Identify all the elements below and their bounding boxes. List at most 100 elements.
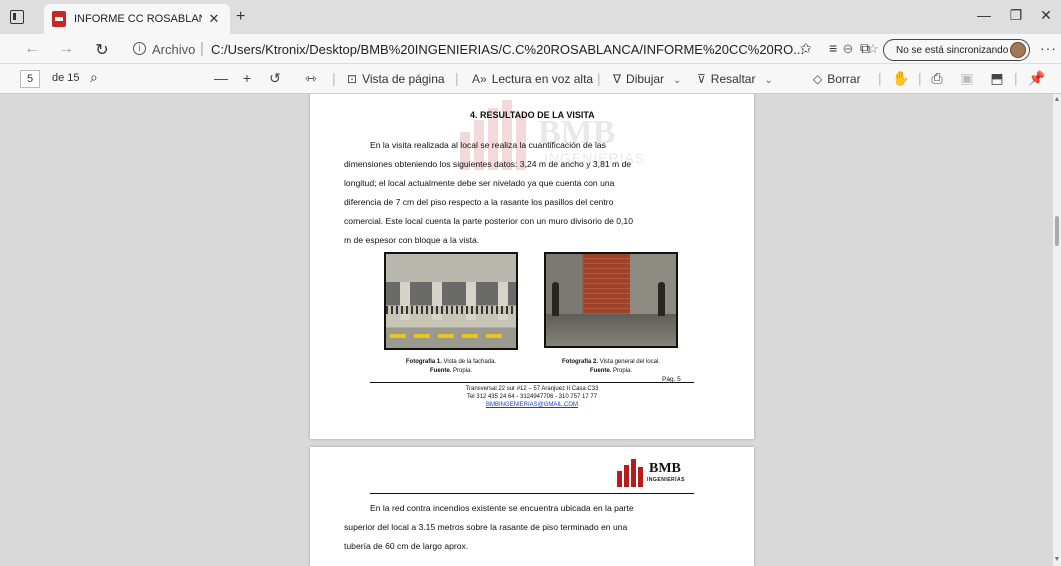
read-aloud-label: Lectura en voz alta bbox=[491, 72, 594, 86]
save-as-icon[interactable]: ⬒ bbox=[988, 70, 1006, 87]
pin-icon[interactable]: 📌 bbox=[1028, 70, 1045, 87]
footer-email-link[interactable]: BMBINGENIERIAS@GMAIL.COM bbox=[370, 401, 694, 409]
toolbar-divider: | bbox=[455, 70, 459, 86]
paragraph: En la red contra incendios existente se … bbox=[344, 499, 725, 556]
draw-icon: ∇ bbox=[613, 72, 622, 86]
erase-button[interactable]: ◇ Borrar bbox=[813, 72, 861, 86]
page-total: de 15 bbox=[52, 72, 80, 84]
erase-label: Borrar bbox=[827, 72, 861, 86]
eraser-icon: ◇ bbox=[813, 72, 823, 86]
tab-title: INFORME CC ROSABLANCA ALE bbox=[74, 13, 202, 25]
paragraph-line: En la red contra incendios existente se … bbox=[370, 503, 634, 513]
photo-caption: Fotografía 1. Vista de la fachada. Fuent… bbox=[384, 358, 518, 376]
chevron-down-icon[interactable]: ⌄ bbox=[673, 75, 681, 86]
title-bar: INFORME CC ROSABLANCA ALE ✕ + — ❐ ✕ bbox=[0, 0, 1061, 34]
restore-button[interactable]: ❐ bbox=[1004, 7, 1028, 24]
read-aloud-icon: A» bbox=[472, 72, 487, 86]
rotate-icon[interactable]: ↺ bbox=[266, 70, 284, 87]
highlight-label: Resaltar bbox=[710, 72, 756, 86]
caption-source: Propia. bbox=[611, 368, 633, 374]
footer-address: Transversal 22 sur #12 – 57 Aranjuez II … bbox=[465, 386, 599, 392]
paragraph-line: superior del local a 3.15 metros sobre l… bbox=[344, 522, 628, 532]
paragraph-line: longitud; el local actualmente debe ser … bbox=[344, 178, 615, 188]
zoom-in-icon[interactable]: + bbox=[238, 70, 256, 86]
collections-icon[interactable]: ⧉ bbox=[860, 40, 870, 57]
tab-active[interactable]: INFORME CC ROSABLANCA ALE ✕ bbox=[44, 4, 230, 34]
toolbar-divider: | bbox=[878, 70, 882, 86]
highlight-icon: ⊽ bbox=[697, 72, 706, 86]
page-view-button[interactable]: ⊡ Vista de página bbox=[347, 72, 445, 86]
draw-button[interactable]: ∇ Dibujar ⌄ bbox=[613, 72, 681, 86]
page-view-label: Vista de página bbox=[362, 72, 445, 86]
section-heading: 4. RESULTADO DE LA VISITA bbox=[470, 110, 595, 120]
pdf-toolbar: 5 de 15 ⌕ — + ↺ ⇿ | ⊡ Vista de página | A… bbox=[0, 64, 1061, 94]
paragraph-line: tubería de 60 cm de largo aprox. bbox=[344, 541, 469, 551]
photo-interior bbox=[544, 252, 678, 348]
search-icon[interactable]: ⌕ bbox=[90, 69, 98, 86]
paragraph-line: m de espesor con bloque a la vista. bbox=[344, 235, 480, 245]
sync-profile-button[interactable]: No se está sincronizando bbox=[883, 39, 1030, 61]
page-view-icon: ⊡ bbox=[347, 72, 358, 86]
highlight-button[interactable]: ⊽ Resaltar ⌄ bbox=[697, 72, 773, 86]
caption-text: Vista de la fachada. bbox=[441, 359, 497, 365]
close-window-button[interactable]: ✕ bbox=[1034, 7, 1058, 24]
paragraph-line: dimensiones obteniendo los siguientes da… bbox=[344, 159, 632, 169]
back-icon[interactable]: ← bbox=[22, 40, 42, 58]
scroll-down-icon[interactable]: ▼ bbox=[1053, 556, 1061, 563]
avatar bbox=[1010, 42, 1026, 58]
info-icon[interactable]: i bbox=[133, 42, 146, 55]
logo-subtext: INGENIERÍAS bbox=[647, 477, 686, 483]
scroll-up-icon[interactable]: ▲ bbox=[1053, 96, 1061, 103]
caption-title: Fotografía 2. bbox=[562, 359, 599, 365]
pdf-icon bbox=[52, 11, 66, 27]
zoom-out-icon[interactable]: — bbox=[212, 70, 230, 86]
toolbar-divider: | bbox=[597, 70, 601, 86]
favorites-icon[interactable]: ✩ bbox=[800, 40, 812, 57]
print-icon[interactable]: ⎙ bbox=[928, 70, 946, 87]
paragraph-line: diferencia de 7 cm del piso respecto a l… bbox=[344, 197, 614, 207]
save-icon[interactable]: ▣ bbox=[958, 70, 976, 87]
sync-label: No se está sincronizando bbox=[896, 44, 1009, 56]
zoom-icon[interactable]: ⊖ bbox=[839, 41, 857, 57]
site-label: Archivo bbox=[152, 42, 196, 57]
read-aloud-button[interactable]: A» Lectura en voz alta bbox=[472, 72, 593, 86]
page-number-input[interactable]: 5 bbox=[20, 70, 40, 88]
scrollbar[interactable] bbox=[1053, 94, 1061, 566]
toolbar-divider: | bbox=[1014, 70, 1018, 86]
toolbar-divider: | bbox=[332, 70, 336, 86]
fit-page-icon[interactable]: ⇿ bbox=[302, 70, 320, 87]
paragraph-line: comercial. Este local cuenta la parte po… bbox=[344, 216, 633, 226]
new-tab-button[interactable]: + bbox=[236, 8, 245, 26]
photo-facade bbox=[384, 252, 518, 350]
pdf-page: BMB INGENIERÍAS En la red contra incendi… bbox=[310, 447, 754, 566]
footer-phones: Tel 312 435 24 64 - 3124947706 - 310 757… bbox=[466, 394, 598, 400]
caption-source-label: Fuente. bbox=[589, 368, 612, 374]
paragraph: En la visita realizada al local se reali… bbox=[344, 136, 725, 250]
footer-divider bbox=[370, 382, 694, 383]
header-divider bbox=[370, 493, 694, 494]
scrollbar-thumb[interactable] bbox=[1055, 216, 1059, 246]
minimize-button[interactable]: — bbox=[972, 7, 996, 23]
favorites-bar-icon[interactable]: ≡ bbox=[829, 40, 837, 56]
company-logo: BMB INGENIERÍAS bbox=[615, 455, 697, 487]
tab-actions-icon[interactable] bbox=[10, 10, 24, 24]
address-bar-url[interactable]: C:/Users/Ktronix/Desktop/BMB%20INGENIERI… bbox=[211, 42, 804, 57]
draw-label: Dibujar bbox=[626, 72, 665, 86]
toolbar-divider: | bbox=[918, 70, 922, 86]
page-footer: Transversal 22 sur #12 – 57 Aranjuez II … bbox=[370, 385, 694, 409]
forward-icon[interactable]: → bbox=[56, 40, 76, 58]
pdf-viewer[interactable]: BMB INGENIERIAS 4. RESULTADO DE LA VISIT… bbox=[0, 94, 1061, 566]
photo-caption: Fotografía 2. Vista general del local. F… bbox=[544, 358, 678, 376]
caption-title: Fotografía 1. bbox=[405, 359, 442, 365]
navigation-bar: ← → ↻ i Archivo | C:/Users/Ktronix/Deskt… bbox=[0, 34, 1061, 64]
more-icon[interactable]: ··· bbox=[1040, 40, 1057, 56]
close-tab-icon[interactable]: ✕ bbox=[206, 11, 222, 27]
chevron-down-icon[interactable]: ⌄ bbox=[764, 75, 772, 86]
caption-source-label: Fuente. bbox=[429, 368, 452, 374]
reload-icon[interactable]: ↻ bbox=[92, 40, 112, 60]
logo-text: BMB bbox=[649, 461, 681, 476]
touch-write-icon[interactable]: ✋ bbox=[892, 70, 910, 87]
caption-source: Propia. bbox=[451, 368, 473, 374]
pdf-page: BMB INGENIERIAS 4. RESULTADO DE LA VISIT… bbox=[310, 94, 754, 439]
paragraph-line: En la visita realizada al local se reali… bbox=[370, 140, 606, 150]
